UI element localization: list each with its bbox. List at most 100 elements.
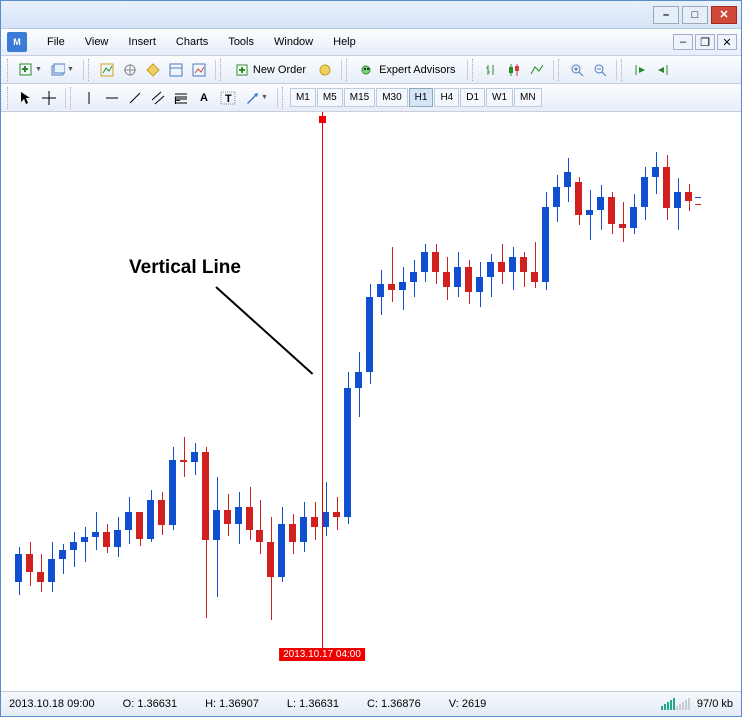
annotation-line: [215, 286, 313, 374]
chevron-down-icon: ▼: [261, 94, 268, 101]
window-minimize-button[interactable]: –: [653, 6, 679, 24]
tf-m1-button[interactable]: M1: [290, 88, 316, 107]
tf-h1-button[interactable]: H1: [409, 88, 434, 107]
vertical-line-button[interactable]: [78, 88, 100, 108]
toolbar-separator: [83, 60, 84, 80]
menu-view[interactable]: View: [75, 36, 119, 48]
new-order-label: New Order: [253, 64, 306, 76]
title-bar: – □ ✕: [1, 1, 741, 29]
toolbar-separator: [341, 60, 342, 80]
minimize-icon: –: [680, 36, 686, 48]
bar-chart-button[interactable]: [480, 60, 502, 80]
toolbar-separator: [467, 60, 468, 80]
status-bar: 2013.10.18 09:00 O: 1.36631 H: 1.36907 L…: [1, 691, 741, 716]
tf-m30-button[interactable]: M30: [376, 88, 407, 107]
navigator-button[interactable]: [119, 60, 141, 80]
svg-text:F: F: [174, 95, 181, 105]
minimize-icon: –: [663, 9, 669, 21]
toolbar-handle[interactable]: [88, 59, 92, 81]
new-chart-button[interactable]: ▼: [15, 60, 46, 80]
strategy-tester-button[interactable]: [188, 60, 210, 80]
zoom-out-button[interactable]: [589, 60, 611, 80]
toolbar-handle[interactable]: [558, 59, 562, 81]
status-connection[interactable]: 97/0 kb: [661, 698, 733, 710]
toolbar-separator: [616, 60, 617, 80]
mdi-minimize-button[interactable]: –: [673, 34, 693, 50]
status-volume: V: 2619: [449, 698, 487, 710]
terminal-button[interactable]: [165, 60, 187, 80]
trendline-button[interactable]: [124, 88, 146, 108]
chevron-down-icon: ▼: [67, 66, 74, 73]
expert-advisors-button[interactable]: Expert Advisors: [354, 60, 462, 80]
vline-date-label: 2013.10.17 04:00: [279, 648, 365, 661]
toolbar-handle[interactable]: [7, 87, 11, 109]
metaeditor-button[interactable]: [314, 60, 336, 80]
signal-icon: [661, 698, 691, 710]
toolbar-separator: [277, 88, 278, 108]
toolbar-separator: [553, 60, 554, 80]
menu-bar: M File View Insert Charts Tools Window H…: [1, 29, 741, 56]
tf-m15-button[interactable]: M15: [344, 88, 375, 107]
status-high: H: 1.36907: [205, 698, 259, 710]
toolbar-separator: [215, 60, 216, 80]
main-toolbar: ▼ ▼ New Order Expert Advisors: [1, 56, 741, 84]
market-watch-button[interactable]: [96, 60, 118, 80]
window-close-button[interactable]: ✕: [711, 6, 737, 24]
toolbar-handle[interactable]: [621, 59, 625, 81]
zoom-in-button[interactable]: [566, 60, 588, 80]
mdi-restore-button[interactable]: ❐: [695, 34, 715, 50]
window-maximize-button[interactable]: □: [682, 6, 708, 24]
new-order-button[interactable]: New Order: [228, 60, 313, 80]
tf-d1-button[interactable]: D1: [460, 88, 485, 107]
svg-text:T: T: [225, 93, 232, 105]
status-open: O: 1.36631: [123, 698, 177, 710]
toolbar-handle[interactable]: [346, 59, 350, 81]
toolbar-handle[interactable]: [7, 59, 11, 81]
maximize-icon: □: [692, 9, 699, 21]
tf-h4-button[interactable]: H4: [434, 88, 459, 107]
connection-label: 97/0 kb: [697, 698, 733, 710]
menu-tools[interactable]: Tools: [218, 36, 264, 48]
auto-scroll-button[interactable]: [629, 60, 651, 80]
close-icon: ✕: [719, 8, 728, 21]
toolbar-handle[interactable]: [282, 87, 286, 109]
toolbar-separator: [65, 88, 66, 108]
horizontal-line-button[interactable]: [101, 88, 123, 108]
status-close: C: 1.36876: [367, 698, 421, 710]
mdi-close-button[interactable]: ✕: [717, 34, 737, 50]
menu-file[interactable]: File: [37, 36, 75, 48]
drawing-toolbar: F A T ▼ M1M5M15M30H1H4D1W1MN: [1, 84, 741, 112]
data-window-button[interactable]: [142, 60, 164, 80]
toolbar-handle[interactable]: [220, 59, 224, 81]
restore-icon: ❐: [700, 36, 710, 49]
candlestick-chart-button[interactable]: [503, 60, 525, 80]
vertical-line-object[interactable]: [322, 112, 323, 661]
chevron-down-icon: ▼: [35, 66, 42, 73]
menu-charts[interactable]: Charts: [166, 36, 218, 48]
status-low: L: 1.36631: [287, 698, 339, 710]
arrows-button[interactable]: ▼: [241, 88, 272, 108]
crosshair-button[interactable]: [38, 88, 60, 108]
menu-insert[interactable]: Insert: [118, 36, 166, 48]
menu-window[interactable]: Window: [264, 36, 323, 48]
text-button[interactable]: A: [193, 88, 215, 108]
profiles-button[interactable]: ▼: [47, 60, 78, 80]
equidistant-channel-button[interactable]: [147, 88, 169, 108]
tf-w1-button[interactable]: W1: [486, 88, 513, 107]
toolbar-handle[interactable]: [472, 59, 476, 81]
menu-help[interactable]: Help: [323, 36, 366, 48]
fibonacci-button[interactable]: F: [170, 88, 192, 108]
cursor-button[interactable]: [15, 88, 37, 108]
annotation-text: Vertical Line: [129, 257, 241, 279]
app-icon: M: [7, 32, 27, 52]
tf-mn-button[interactable]: MN: [514, 88, 542, 107]
tf-m5-button[interactable]: M5: [317, 88, 343, 107]
text-label-button[interactable]: T: [216, 88, 240, 108]
toolbar-handle[interactable]: [70, 87, 74, 109]
chart-area[interactable]: 2013.10.17 04:00 Vertical Line: [1, 112, 741, 691]
app-window: – □ ✕ M File View Insert Charts Tools Wi…: [0, 0, 742, 717]
chart-shift-button[interactable]: [652, 60, 674, 80]
line-chart-button[interactable]: [526, 60, 548, 80]
close-icon: ✕: [722, 36, 731, 49]
expert-advisors-label: Expert Advisors: [379, 64, 455, 76]
